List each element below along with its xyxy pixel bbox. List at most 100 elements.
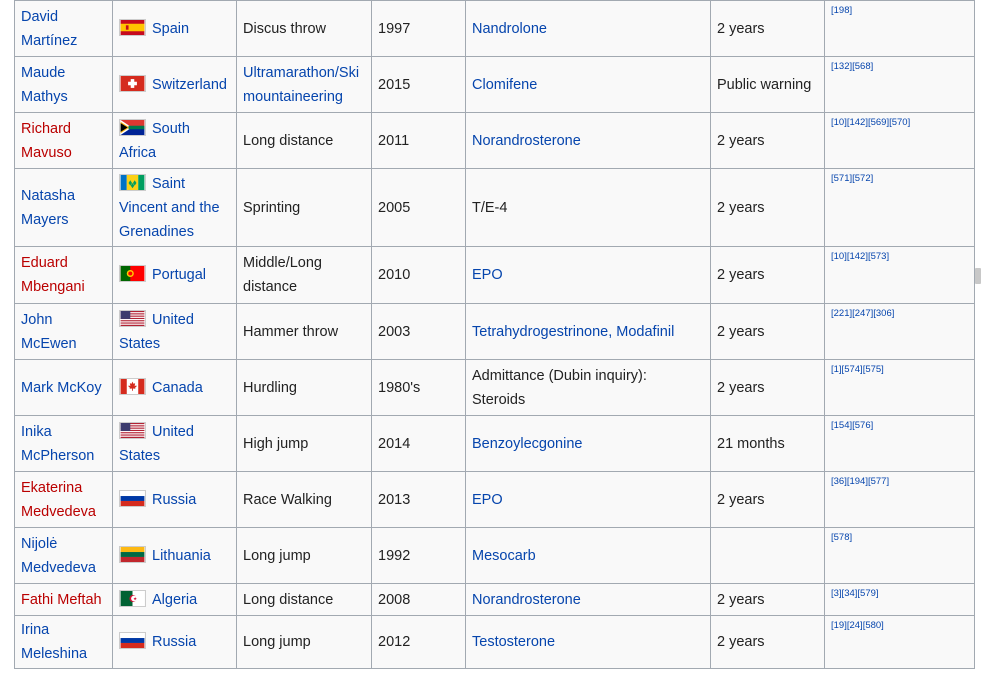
athlete-link[interactable]: John McEwen [21, 312, 77, 352]
country-link[interactable]: Portugal [152, 267, 206, 283]
country-link[interactable]: Switzerland [152, 77, 227, 93]
substance-link[interactable]: EPO [472, 267, 503, 283]
athlete-link[interactable]: Maude Mathys [21, 65, 68, 105]
spain-flag-icon [119, 18, 146, 36]
athlete-link[interactable]: Ekaterina Medvedeva [21, 480, 96, 520]
substance-cell: Testosterone [465, 615, 711, 669]
table-row: Mark McKoy Canada Hurdling 1980's Admittance… [14, 359, 975, 416]
sanction-cell: 2 years [710, 359, 825, 416]
athlete-cell: Nijolė Medvedeva [14, 527, 113, 584]
athlete-cell: Irina Meleshina [14, 615, 113, 669]
table-row: Eduard Mbengani Portugal Middle/Long dista… [14, 246, 975, 304]
sport-link[interactable]: Ultramarathon/Ski mountaineering [243, 65, 359, 105]
references-cell[interactable]: [154][576] [824, 415, 975, 472]
substance-cell: Admittance (Dubin inquiry): Steroids [465, 359, 711, 416]
sport-cell: Long jump [236, 615, 372, 669]
substance-link[interactable]: Nandrolone [472, 21, 547, 37]
sport-cell: High jump [236, 415, 372, 472]
sanction-cell: 21 months [710, 415, 825, 472]
sanction-cell: 2 years [710, 615, 825, 669]
substance-link[interactable]: Mesocarb [472, 548, 536, 564]
references-cell[interactable]: [3][34][579] [824, 583, 975, 616]
references-cell[interactable]: [1][574][575] [824, 359, 975, 416]
year-cell: 2012 [371, 615, 466, 669]
table-row: Richard Mavuso South Africa Long distance 2… [14, 112, 975, 169]
references-cell[interactable]: [132][568] [824, 56, 975, 113]
usa-flag-icon [119, 309, 146, 327]
usa-flag-icon [119, 421, 146, 439]
sanction-cell: 2 years [710, 583, 825, 616]
sport-cell: Long jump [236, 527, 372, 584]
sport-cell: Race Walking [236, 471, 372, 528]
athlete-link[interactable]: Inika McPherson [21, 424, 94, 464]
athlete-cell: Fathi Meftah [14, 583, 113, 616]
substance-cell: Nandrolone [465, 0, 711, 57]
sport-cell: Hammer throw [236, 303, 372, 360]
references-cell[interactable]: [10][142][569][570] [824, 112, 975, 169]
table-row: Irina Meleshina Russia Long jump 2012 Testos… [14, 615, 975, 669]
references-cell[interactable]: [10][142][573] [824, 246, 975, 304]
year-cell: 1992 [371, 527, 466, 584]
year-cell: 2015 [371, 56, 466, 113]
substance-link[interactable]: Benzoylecgonine [472, 436, 582, 452]
athlete-cell: Maude Mathys [14, 56, 113, 113]
references-cell[interactable]: [19][24][580] [824, 615, 975, 669]
sport-text: Race Walking [243, 491, 332, 508]
doping-table: David Martínez Spain Discus throw 1997 Nandr… [14, 0, 975, 669]
country-link[interactable]: Canada [152, 380, 203, 396]
references-cell[interactable]: [571][572] [824, 168, 975, 247]
year-cell: 2011 [371, 112, 466, 169]
country-link[interactable]: Lithuania [152, 548, 211, 564]
athlete-link[interactable]: Fathi Meftah [21, 592, 102, 608]
substance-cell: Clomifene [465, 56, 711, 113]
athlete-link[interactable]: Nijolė Medvedeva [21, 536, 96, 576]
country-cell: Spain [112, 0, 237, 57]
country-link[interactable]: Russia [152, 634, 196, 650]
sanction-cell: Public warning [710, 56, 825, 113]
sport-cell: Long distance [236, 583, 372, 616]
references-cell[interactable]: [578] [824, 527, 975, 584]
year-cell: 1980's [371, 359, 466, 416]
athlete-link[interactable]: David Martínez [21, 9, 77, 49]
sport-text: Long distance [243, 132, 334, 149]
athlete-link[interactable]: Eduard Mbengani [21, 255, 85, 295]
substance-cell: Norandrosterone [465, 583, 711, 616]
references-cell[interactable]: [221][247][306] [824, 303, 975, 360]
year-cell: 2003 [371, 303, 466, 360]
year-cell: 2008 [371, 583, 466, 616]
sanction-cell: 2 years [710, 246, 825, 304]
substance-link[interactable]: Norandrosterone [472, 592, 581, 608]
substance-link[interactable]: Tetrahydrogestrinone, Modafinil [472, 324, 674, 340]
substance-cell: Norandrosterone [465, 112, 711, 169]
country-link[interactable]: Algeria [152, 592, 197, 608]
portugal-flag-icon [119, 265, 146, 282]
references-cell[interactable]: [198] [824, 0, 975, 57]
substance-text: T/E-4 [472, 199, 508, 216]
table-row: Inika McPherson United States High jump 201… [14, 415, 975, 472]
country-cell: Russia [112, 615, 237, 669]
substance-link[interactable]: Testosterone [472, 634, 555, 650]
sport-text: Long jump [243, 547, 311, 564]
table-row: David Martínez Spain Discus throw 1997 Nandr… [14, 0, 975, 57]
country-cell: Portugal [112, 246, 237, 304]
athlete-link[interactable]: Mark McKoy [21, 380, 102, 396]
substance-link[interactable]: Clomifene [472, 77, 537, 93]
references-cell[interactable]: [36][194][577] [824, 471, 975, 528]
substance-link[interactable]: EPO [472, 492, 503, 508]
sport-text: Middle/Long distance [243, 255, 322, 295]
athlete-cell: Ekaterina Medvedeva [14, 471, 113, 528]
sport-cell: Discus throw [236, 0, 372, 57]
athlete-link[interactable]: Richard Mavuso [21, 121, 72, 161]
table-row: Fathi Meftah Algeria Long distance 2008 Nora… [14, 583, 975, 616]
country-link[interactable]: Spain [152, 21, 189, 37]
scrollbar-thumb[interactable] [975, 268, 981, 284]
year-cell: 2010 [371, 246, 466, 304]
athlete-cell: Natasha Mayers [14, 168, 113, 247]
sport-text: Sprinting [243, 199, 301, 216]
country-link[interactable]: Russia [152, 492, 196, 508]
athlete-link[interactable]: Natasha Mayers [21, 188, 75, 228]
athlete-link[interactable]: Irina Meleshina [21, 622, 87, 662]
algeria-flag-icon [119, 589, 146, 607]
substance-cell: EPO [465, 471, 711, 528]
substance-link[interactable]: Norandrosterone [472, 133, 581, 149]
